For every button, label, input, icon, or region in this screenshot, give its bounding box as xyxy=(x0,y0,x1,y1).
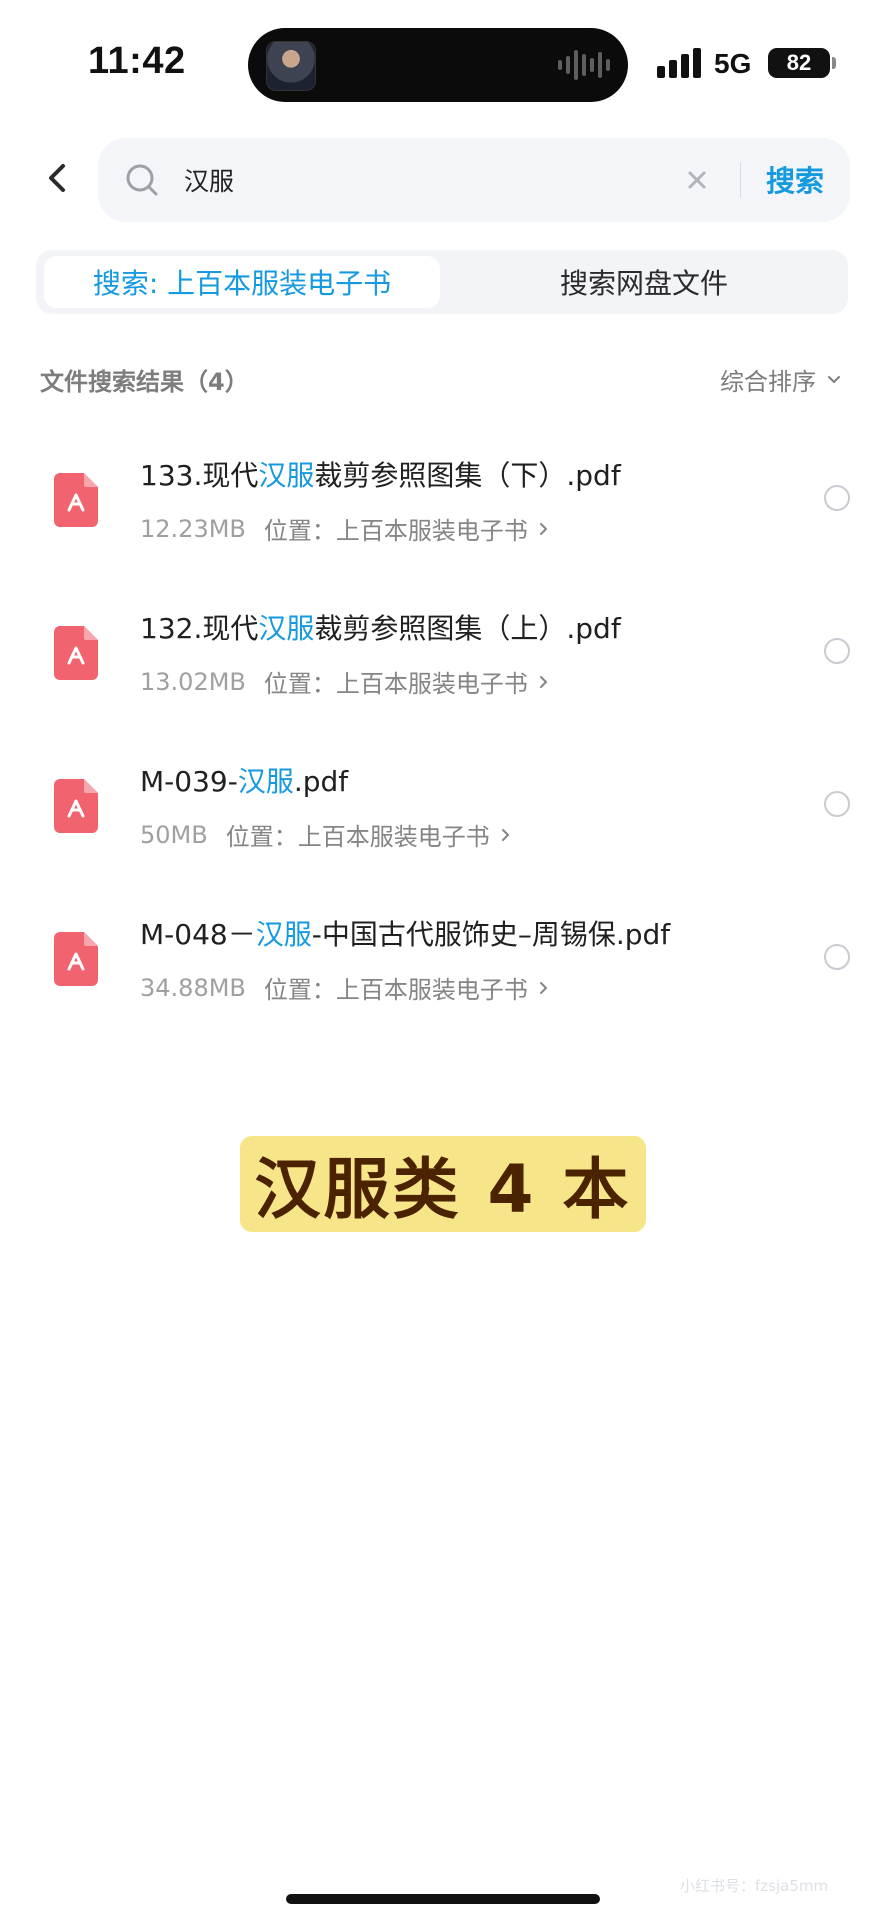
sort-button[interactable]: 综合排序 xyxy=(720,362,842,397)
file-name-suffix: .pdf xyxy=(293,765,349,798)
status-time: 11:42 xyxy=(88,40,186,82)
file-row[interactable]: M-048－汉服-中国古代服饰史–周锡保.pdf 34.88MB 位置： 上百本… xyxy=(0,896,884,1049)
location-label: 位置： xyxy=(263,976,336,1004)
file-name-highlight: 汉服 xyxy=(237,765,294,798)
chevron-right-icon xyxy=(539,675,547,688)
file-row[interactable]: M-039-汉服.pdf 50MB 位置： 上百本服装电子书 xyxy=(0,743,884,896)
file-meta: 13.02MB 位置： 上百本服装电子书 xyxy=(140,664,550,699)
caption-text: 汉服类 4 本 xyxy=(254,1151,632,1228)
file-meta: 34.88MB 位置： 上百本服装电子书 xyxy=(140,970,550,1005)
file-name[interactable]: M-039-汉服.pdf xyxy=(140,760,348,800)
file-name-suffix: 裁剪参照图集（上）.pdf xyxy=(314,612,621,645)
select-radio[interactable] xyxy=(824,485,850,511)
clear-icon[interactable] xyxy=(683,166,711,194)
file-size: 50MB xyxy=(140,820,208,849)
file-name-prefix: M-039- xyxy=(140,765,238,798)
sort-label: 综合排序 xyxy=(720,368,816,396)
audio-wave-icon xyxy=(558,48,610,82)
file-name-suffix: -中国古代服饰史–周锡保.pdf xyxy=(311,918,671,951)
file-row[interactable]: 133.现代汉服裁剪参照图集（下）.pdf 12.23MB 位置： 上百本服装电… xyxy=(0,437,884,590)
file-list: 133.现代汉服裁剪参照图集（下）.pdf 12.23MB 位置： 上百本服装电… xyxy=(0,437,884,1049)
watermark: 小红书号：fzsja5mm xyxy=(680,1877,829,1895)
search-input[interactable]: 汉服 搜索 xyxy=(98,138,850,222)
file-size: 13.02MB xyxy=(140,667,246,696)
file-name-highlight: 汉服 xyxy=(258,459,315,492)
location-value: 上百本服装电子书 xyxy=(335,517,528,545)
file-location-link[interactable]: 位置： 上百本服装电子书 xyxy=(264,970,550,1005)
file-name[interactable]: 133.现代汉服裁剪参照图集（下）.pdf xyxy=(140,454,621,494)
tab-ebooks[interactable]: 搜索: 上百本服装电子书 xyxy=(44,256,440,308)
chevron-right-icon xyxy=(539,522,547,535)
search-button[interactable]: 搜索 xyxy=(766,158,824,200)
file-name-prefix: M-048－ xyxy=(140,918,256,951)
pdf-file-icon xyxy=(54,626,98,680)
file-size: 34.88MB xyxy=(140,973,246,1002)
battery-icon: 82 xyxy=(768,48,836,78)
tab-drive-files[interactable]: 搜索网盘文件 xyxy=(446,256,842,308)
back-icon[interactable] xyxy=(38,158,78,198)
network-label: 5G xyxy=(714,48,752,79)
file-row[interactable]: 132.现代汉服裁剪参照图集（上）.pdf 13.02MB 位置： 上百本服装电… xyxy=(0,590,884,743)
file-meta: 50MB 位置： 上百本服装电子书 xyxy=(140,817,512,852)
home-indicator[interactable] xyxy=(286,1894,600,1904)
file-location-link[interactable]: 位置： 上百本服装电子书 xyxy=(226,817,512,852)
file-location-link[interactable]: 位置： 上百本服装电子书 xyxy=(264,511,550,546)
select-radio[interactable] xyxy=(824,791,850,817)
file-name-highlight: 汉服 xyxy=(258,612,315,645)
pdf-file-icon xyxy=(54,932,98,986)
location-label: 位置： xyxy=(263,670,336,698)
select-radio[interactable] xyxy=(824,638,850,664)
file-size: 12.23MB xyxy=(140,514,246,543)
file-name-suffix: 裁剪参照图集（下）.pdf xyxy=(314,459,621,492)
select-radio[interactable] xyxy=(824,944,850,970)
file-name-highlight: 汉服 xyxy=(255,918,312,951)
location-value: 上百本服装电子书 xyxy=(335,670,528,698)
avatar xyxy=(266,41,316,91)
pdf-file-icon xyxy=(54,779,98,833)
file-name[interactable]: M-048－汉服-中国古代服饰史–周锡保.pdf xyxy=(140,913,670,953)
search-query[interactable]: 汉服 xyxy=(184,162,234,198)
dynamic-island xyxy=(248,28,628,102)
location-value: 上百本服装电子书 xyxy=(335,976,528,1004)
file-meta: 12.23MB 位置： 上百本服装电子书 xyxy=(140,511,550,546)
file-name-prefix: 132.现代 xyxy=(140,612,259,645)
pdf-file-icon xyxy=(54,473,98,527)
signal-icon xyxy=(657,48,701,78)
location-label: 位置： xyxy=(225,823,298,851)
location-value: 上百本服装电子书 xyxy=(297,823,490,851)
chevron-right-icon xyxy=(501,828,509,841)
file-location-link[interactable]: 位置： 上百本服装电子书 xyxy=(264,664,550,699)
caption-badge: 汉服类 4 本 xyxy=(240,1136,646,1232)
search-icon xyxy=(126,164,158,196)
search-divider xyxy=(740,162,741,198)
status-bar: 11:42 5G 82 xyxy=(0,0,884,120)
file-name[interactable]: 132.现代汉服裁剪参照图集（上）.pdf xyxy=(140,607,621,647)
results-title: 文件搜索结果（4） xyxy=(40,368,249,396)
location-label: 位置： xyxy=(263,517,336,545)
chevron-down-icon xyxy=(828,375,840,383)
chevron-right-icon xyxy=(539,981,547,994)
file-name-prefix: 133.现代 xyxy=(140,459,259,492)
scope-tabs: 搜索: 上百本服装电子书 搜索网盘文件 xyxy=(36,250,848,314)
